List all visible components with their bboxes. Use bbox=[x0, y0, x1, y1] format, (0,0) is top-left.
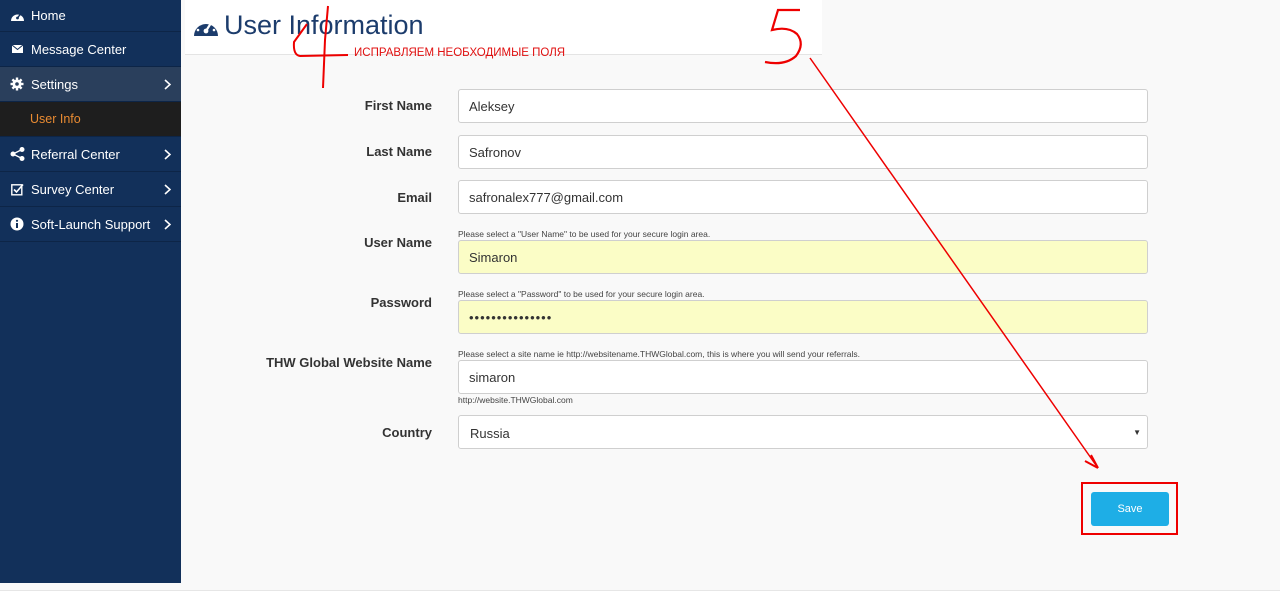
annotation-highlight-box bbox=[1081, 482, 1178, 535]
chevron-right-icon bbox=[164, 218, 172, 233]
sidebar-item-soft-launch-support[interactable]: Soft-Launch Support bbox=[0, 207, 181, 242]
website-name-field[interactable] bbox=[458, 360, 1148, 394]
country-label: Country bbox=[382, 425, 432, 440]
password-hint: Please select a "Password" to be used fo… bbox=[458, 289, 705, 299]
dashboard-icon bbox=[9, 8, 25, 24]
sidebar-item-settings[interactable]: Settings bbox=[0, 67, 181, 102]
sidebar-item-label: Message Center bbox=[31, 41, 127, 57]
sidebar-item-message-center[interactable]: Message Center bbox=[0, 32, 181, 67]
first-name-field[interactable] bbox=[458, 89, 1148, 123]
sidebar-item-label: Survey Center bbox=[31, 181, 115, 197]
sidebar-item-label: Home bbox=[31, 8, 66, 23]
annotation-note: ИСПРАВЛЯЕМ НЕОБХОДИМЫЕ ПОЛЯ bbox=[354, 47, 566, 59]
chevron-right-icon bbox=[164, 78, 172, 93]
last-name-field[interactable] bbox=[458, 135, 1148, 169]
gear-icon bbox=[9, 76, 25, 92]
sidebar-item-label: Soft-Launch Support bbox=[31, 216, 151, 232]
password-field[interactable] bbox=[458, 300, 1148, 334]
email-field[interactable] bbox=[458, 180, 1148, 214]
info-icon bbox=[9, 216, 25, 232]
password-label: Password bbox=[370, 295, 432, 310]
website-name-label: THW Global Website Name bbox=[266, 355, 432, 370]
caret-down-icon: ▼ bbox=[1133, 428, 1141, 437]
user-name-label: User Name bbox=[364, 235, 432, 250]
email-label: Email bbox=[397, 190, 432, 205]
share-icon bbox=[9, 146, 25, 162]
envelope-icon bbox=[9, 41, 25, 57]
sidebar-item-referral-center[interactable]: Referral Center bbox=[0, 137, 181, 172]
user-name-field[interactable] bbox=[458, 240, 1148, 274]
sidebar-item-label: Referral Center bbox=[31, 146, 120, 162]
chevron-right-icon bbox=[164, 183, 172, 198]
sidebar-item-label: User Info bbox=[30, 112, 81, 126]
checkbox-icon bbox=[9, 181, 25, 197]
sidebar: Home Message Center Settings User Info R… bbox=[0, 0, 181, 583]
chevron-right-icon bbox=[164, 148, 172, 163]
last-name-label: Last Name bbox=[366, 144, 432, 159]
sidebar-item-label: Settings bbox=[31, 76, 78, 92]
country-selected-value: Russia bbox=[470, 426, 510, 441]
dashboard-icon bbox=[193, 16, 219, 42]
sidebar-item-home[interactable]: Home bbox=[0, 0, 181, 32]
country-select[interactable]: Russia ▼ bbox=[458, 415, 1148, 449]
sidebar-subitem-user-info[interactable]: User Info bbox=[0, 102, 181, 137]
user-name-hint: Please select a "User Name" to be used f… bbox=[458, 229, 711, 239]
website-url-hint: http://website.THWGlobal.com bbox=[458, 395, 573, 405]
first-name-label: First Name bbox=[364, 98, 432, 113]
page-title: User Information bbox=[224, 10, 424, 40]
footer-strip bbox=[0, 590, 1280, 603]
website-name-hint: Please select a site name ie http://webs… bbox=[458, 349, 861, 359]
sidebar-item-survey-center[interactable]: Survey Center bbox=[0, 172, 181, 207]
